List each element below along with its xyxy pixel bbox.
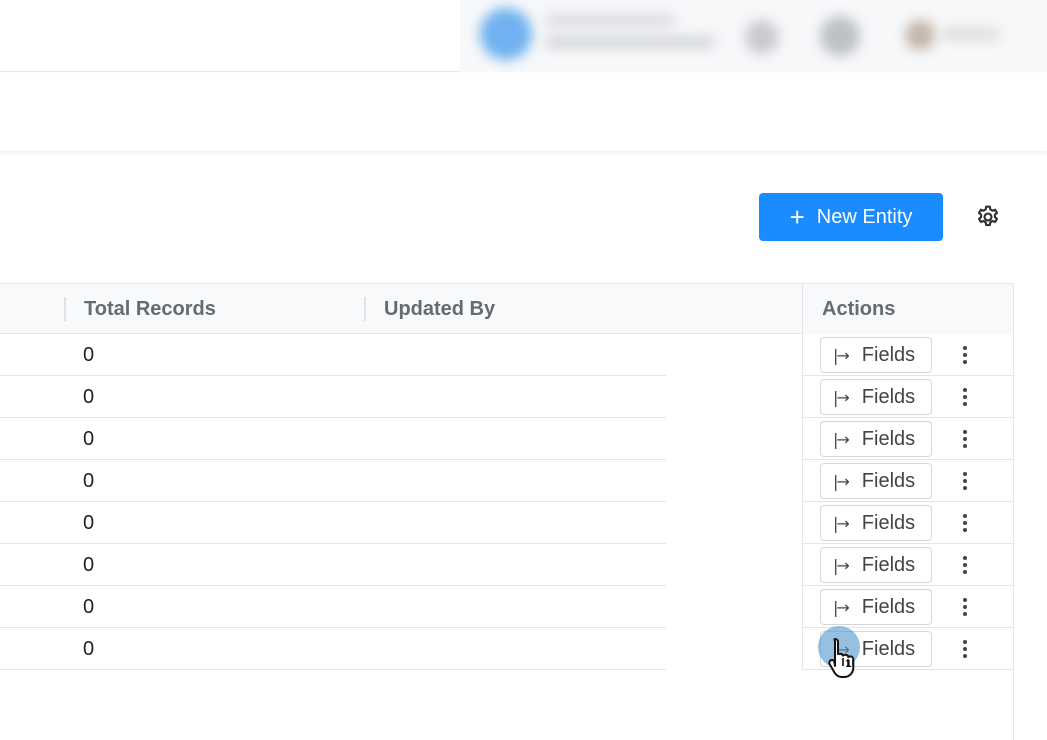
fields-button[interactable]: |→ Fields xyxy=(820,547,932,583)
more-options-icon[interactable] xyxy=(956,426,974,452)
more-options-icon[interactable] xyxy=(956,342,974,368)
total-records-cell: 0 xyxy=(83,428,95,450)
fields-label: Fields xyxy=(861,553,916,576)
blurred-avatar xyxy=(905,20,935,50)
arrow-right-to-line-icon: |→ xyxy=(833,387,850,407)
gear-icon[interactable] xyxy=(975,204,1001,230)
actions-cell: |→ Fields xyxy=(802,460,1014,502)
fields-button[interactable]: |→ Fields xyxy=(820,589,932,625)
more-options-icon[interactable] xyxy=(956,552,974,578)
more-options-icon[interactable] xyxy=(956,594,974,620)
table-row[interactable]: 0 |→ Fields xyxy=(0,376,1014,418)
actions-header-cell: Actions xyxy=(802,284,1014,334)
fields-label: Fields xyxy=(861,385,916,408)
column-header-updated-by[interactable]: Updated By xyxy=(384,284,495,334)
fields-label: Fields xyxy=(861,469,916,492)
fields-button[interactable]: |→ Fields xyxy=(820,463,932,499)
table-body: 0 |→ Fields 0 |→ Fields 0 |→ Fields 0 |→… xyxy=(0,334,1014,670)
fields-button[interactable]: |→ Fields xyxy=(820,505,932,541)
fields-label: Fields xyxy=(861,343,916,366)
blurred-text xyxy=(940,28,1000,40)
arrow-right-to-line-icon: |→ xyxy=(833,345,850,365)
total-records-cell: 0 xyxy=(83,596,95,618)
fields-label: Fields xyxy=(861,637,916,660)
column-separator[interactable] xyxy=(364,297,366,321)
plus-icon: + xyxy=(789,202,805,232)
entities-table: Total Records Updated By Actions 0 |→ Fi… xyxy=(0,283,1014,670)
top-header xyxy=(0,0,1047,72)
blurred-icon xyxy=(745,20,779,54)
blurred-icon xyxy=(820,16,860,56)
actions-cell: |→ Fields xyxy=(802,544,1014,586)
total-records-cell: 0 xyxy=(83,554,95,576)
more-options-icon[interactable] xyxy=(956,636,974,662)
actions-cell: |→ Fields xyxy=(802,376,1014,418)
fields-button[interactable]: |→ Fields xyxy=(820,337,932,373)
table-row[interactable]: 0 |→ Fields xyxy=(0,460,1014,502)
arrow-right-to-line-icon: |→ xyxy=(833,555,850,575)
sub-header xyxy=(0,73,1047,151)
fields-button[interactable]: |→ Fields xyxy=(820,421,932,457)
actions-cell: |→ Fields xyxy=(802,334,1014,376)
table-row[interactable]: 0 |→ Fields xyxy=(0,418,1014,460)
column-header-total-records[interactable]: Total Records xyxy=(84,284,216,334)
total-records-cell: 0 xyxy=(83,344,95,366)
arrow-right-to-line-icon: |→ xyxy=(833,471,850,491)
total-records-cell: 0 xyxy=(83,638,95,660)
fields-button[interactable]: |→ Fields xyxy=(820,379,932,415)
table-row[interactable]: 0 |→ Fields xyxy=(0,586,1014,628)
more-options-icon[interactable] xyxy=(956,468,974,494)
fields-label: Fields xyxy=(861,511,916,534)
blurred-text xyxy=(545,14,675,26)
table-header: Total Records Updated By Actions xyxy=(0,283,1014,334)
arrow-right-to-line-icon: |→ xyxy=(833,429,850,449)
total-records-cell: 0 xyxy=(83,386,95,408)
arrow-right-to-line-icon: |→ xyxy=(833,513,850,533)
new-entity-label: New Entity xyxy=(816,205,913,228)
actions-cell: |→ Fields xyxy=(802,502,1014,544)
table-row[interactable]: 0 |→ Fields xyxy=(0,334,1014,376)
actions-cell: |→ Fields xyxy=(802,586,1014,628)
panel-border xyxy=(1013,669,1014,740)
more-options-icon[interactable] xyxy=(956,510,974,536)
new-entity-button[interactable]: + New Entity xyxy=(759,193,943,241)
blurred-user-area xyxy=(460,0,1047,72)
avatar xyxy=(480,8,532,60)
fields-label: Fields xyxy=(861,427,916,450)
table-row[interactable]: 0 |→ Fields xyxy=(0,544,1014,586)
table-row[interactable]: 0 |→ Fields xyxy=(0,502,1014,544)
blurred-text xyxy=(545,36,715,48)
hand-cursor-icon: 1 xyxy=(828,638,855,678)
actions-cell: |→ Fields xyxy=(802,418,1014,460)
more-options-icon[interactable] xyxy=(956,384,974,410)
total-records-cell: 0 xyxy=(83,470,95,492)
arrow-right-to-line-icon: |→ xyxy=(833,597,850,617)
fields-label: Fields xyxy=(861,595,916,618)
column-separator[interactable] xyxy=(64,297,66,321)
click-count: 1 xyxy=(845,659,852,670)
column-header-actions: Actions xyxy=(822,298,896,320)
total-records-cell: 0 xyxy=(83,512,95,534)
row-divider xyxy=(0,669,666,670)
